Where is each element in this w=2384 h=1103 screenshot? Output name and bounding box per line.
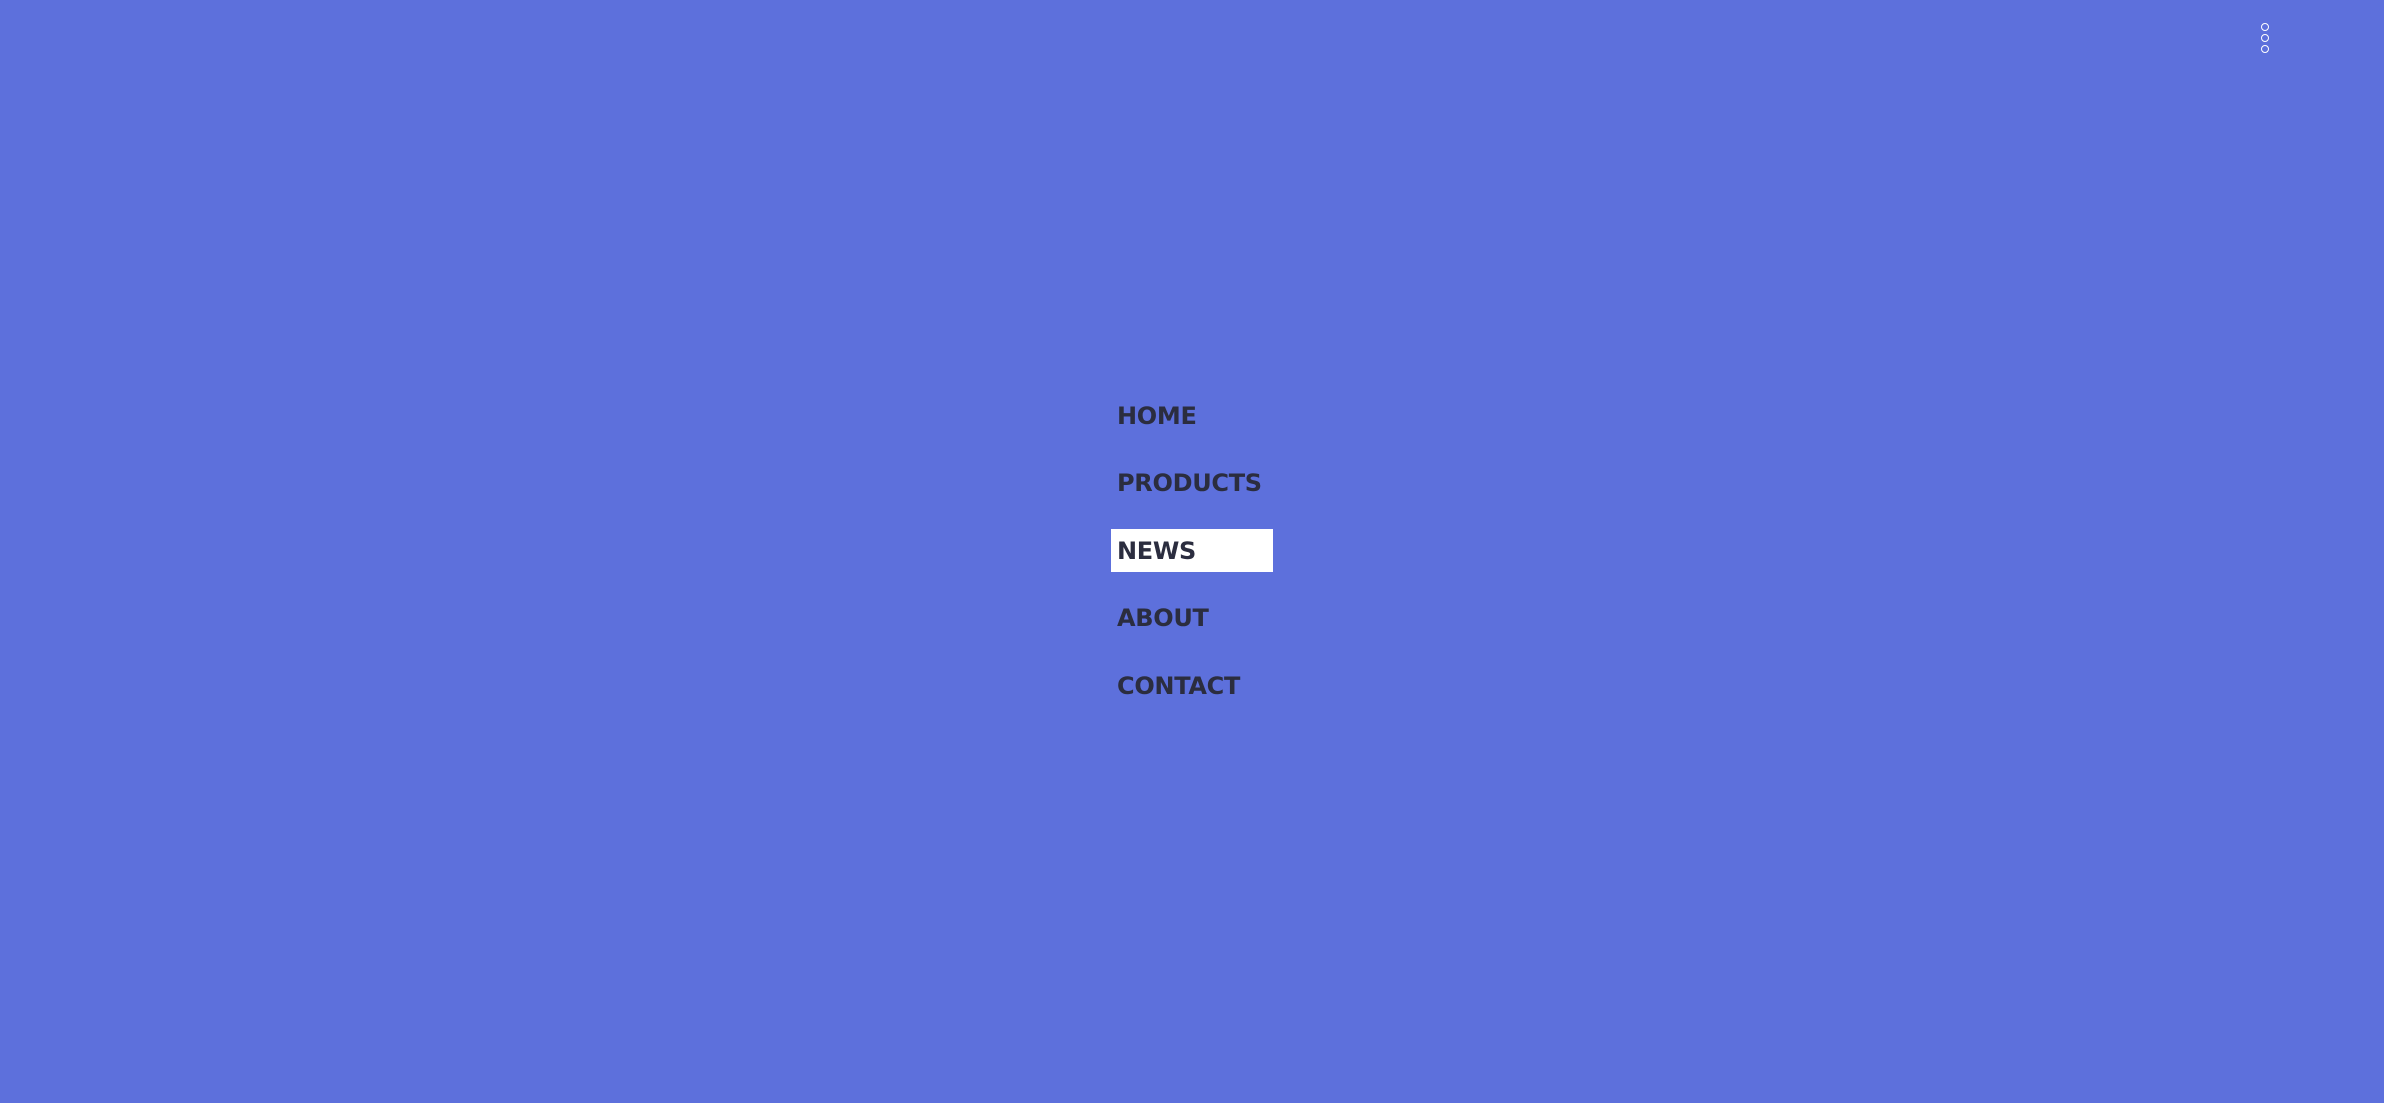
nav-item-products[interactable]: PRODUCTS [1111, 462, 1273, 505]
menu-dot [2261, 45, 2269, 53]
menu-dot [2261, 34, 2269, 42]
menu-dot [2261, 23, 2269, 31]
nav-item-label: PRODUCTS [1117, 469, 1262, 497]
nav-item-home[interactable]: HOME [1111, 394, 1273, 437]
nav-item-news[interactable]: NEWS [1111, 529, 1273, 572]
main-navigation: HOME PRODUCTS NEWS ABOUT CONTACT [1111, 394, 1273, 732]
nav-item-about[interactable]: ABOUT [1111, 597, 1273, 640]
nav-item-label: HOME [1117, 401, 1197, 430]
more-vertical-icon[interactable] [2257, 21, 2273, 55]
nav-item-label: ABOUT [1117, 604, 1209, 632]
nav-item-label: NEWS [1117, 536, 1197, 565]
nav-item-label: CONTACT [1117, 671, 1241, 700]
nav-item-contact[interactable]: CONTACT [1111, 664, 1273, 707]
